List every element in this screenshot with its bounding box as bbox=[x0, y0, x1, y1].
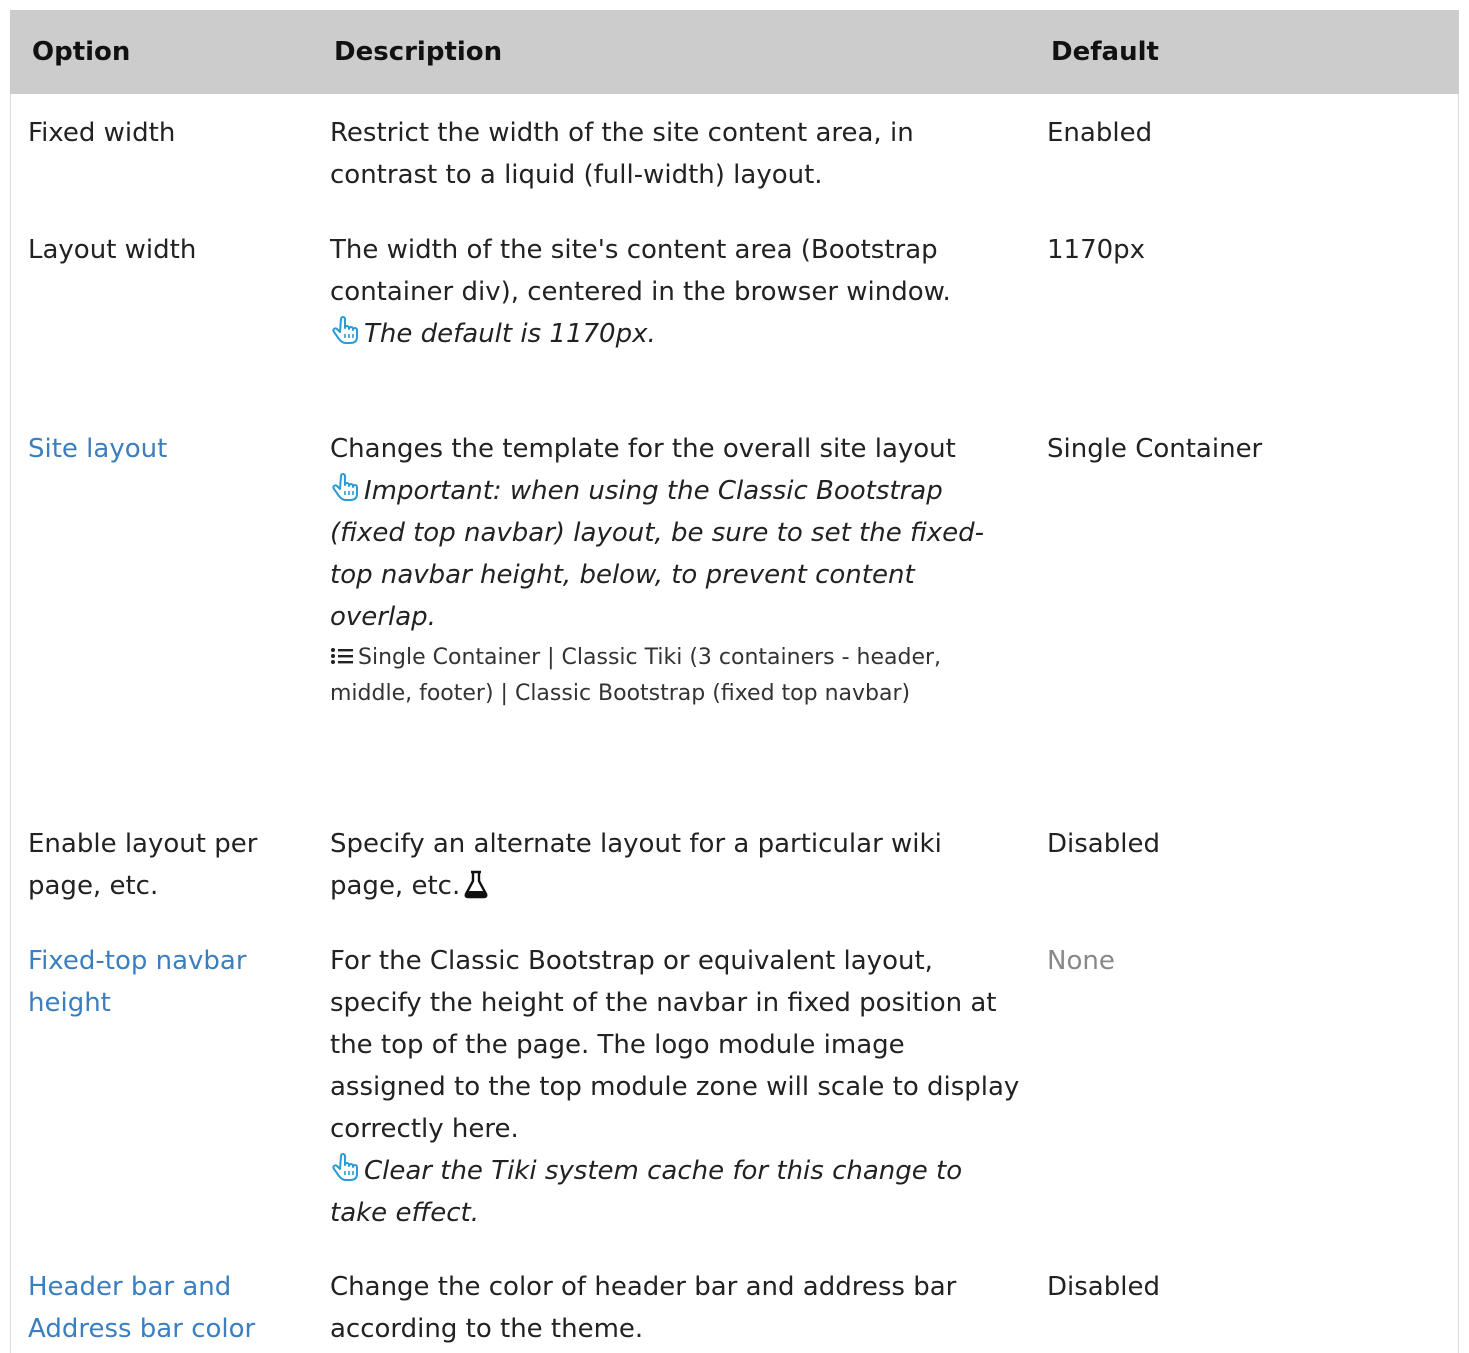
description-cell: For the Classic Bootstrap or equivalent … bbox=[330, 940, 1020, 1234]
column-header-description: Description bbox=[334, 37, 503, 67]
description-text: Change the color of header bar and addre… bbox=[330, 1272, 957, 1344]
description-cell: Specify an alternate layout for a partic… bbox=[330, 823, 1020, 907]
option-fixed-width: Fixed width bbox=[28, 118, 176, 148]
flask-icon bbox=[464, 869, 488, 899]
table-row: Layout width The width of the site's con… bbox=[11, 211, 1458, 410]
default-value: Disabled bbox=[1047, 829, 1160, 859]
hint-text: The default is 1170px. bbox=[364, 319, 656, 349]
option-header-bar-color-link[interactable]: Header bar and Address bar color bbox=[28, 1266, 303, 1350]
hint-text: Important: when using the Classic Bootst… bbox=[330, 476, 985, 632]
description-cell: The width of the site's content area (Bo… bbox=[330, 229, 1020, 355]
default-value: Disabled bbox=[1047, 1272, 1160, 1302]
table-row: Fixed width Restrict the width of the si… bbox=[11, 94, 1458, 211]
table-row: Enable layout per page, etc. Specify an … bbox=[11, 805, 1458, 922]
options-list: Single Container | Classic Tiki (3 conta… bbox=[330, 640, 1020, 712]
column-header-option: Option bbox=[32, 37, 131, 67]
option-enable-layout-per-page: Enable layout per page, etc. bbox=[28, 829, 258, 901]
default-value: Single Container bbox=[1047, 434, 1263, 464]
table-row: Site layout Changes the template for the… bbox=[11, 410, 1458, 805]
pointing-hand-icon bbox=[330, 316, 360, 346]
pointing-hand-icon bbox=[330, 1153, 360, 1183]
default-value: None bbox=[1047, 946, 1115, 976]
options-list-text: Single Container | Classic Tiki (3 conta… bbox=[330, 645, 942, 706]
option-layout-width: Layout width bbox=[28, 235, 197, 265]
description-text: Restrict the width of the site content a… bbox=[330, 118, 914, 190]
column-header-default: Default bbox=[1051, 37, 1159, 67]
description-cell: Changes the template for the overall sit… bbox=[330, 428, 1020, 712]
table-body: Fixed width Restrict the width of the si… bbox=[10, 94, 1459, 1353]
description-text: Changes the template for the overall sit… bbox=[330, 434, 956, 464]
description-text: For the Classic Bootstrap or equivalent … bbox=[330, 946, 1020, 1144]
option-fixed-top-navbar-height-link[interactable]: Fixed-top navbar height bbox=[28, 940, 303, 1024]
hint-note: Important: when using the Classic Bootst… bbox=[330, 470, 1020, 638]
hint-note: The default is 1170px. bbox=[330, 313, 1020, 355]
default-value: 1170px bbox=[1047, 235, 1146, 265]
table-row: Header bar and Address bar color Change … bbox=[11, 1248, 1458, 1353]
table-row: Fixed-top navbar height For the Classic … bbox=[11, 922, 1458, 1248]
option-site-layout-link[interactable]: Site layout bbox=[28, 428, 303, 470]
pointing-hand-icon bbox=[330, 473, 360, 503]
preferences-table: Option Description Default Fixed width R… bbox=[10, 10, 1459, 1353]
table-header-row: Option Description Default bbox=[10, 10, 1459, 94]
list-icon bbox=[330, 642, 354, 664]
description-text: The width of the site's content area (Bo… bbox=[330, 235, 951, 307]
hint-text: Clear the Tiki system cache for this cha… bbox=[330, 1156, 963, 1228]
description-text: Specify an alternate layout for a partic… bbox=[330, 829, 942, 901]
default-value: Enabled bbox=[1047, 118, 1153, 148]
hint-note: Clear the Tiki system cache for this cha… bbox=[330, 1150, 1020, 1234]
